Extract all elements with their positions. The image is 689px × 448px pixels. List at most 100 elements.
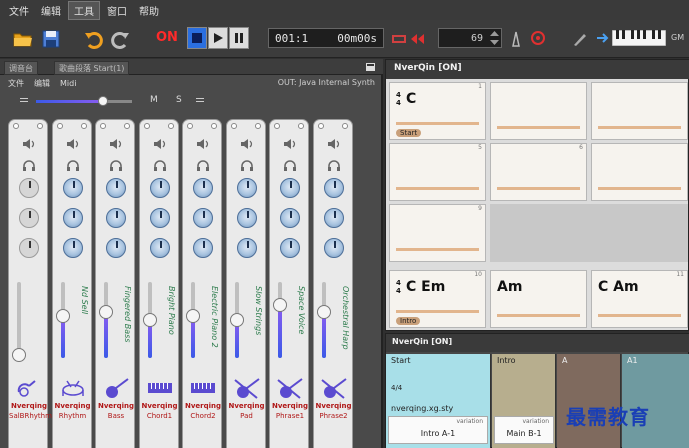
- rewind-marker-icon[interactable]: [410, 32, 426, 46]
- harp-icon[interactable]: [320, 378, 348, 400]
- channel-led[interactable]: [56, 123, 63, 129]
- solo-headphones-icon[interactable]: [22, 160, 36, 172]
- chorus-knob[interactable]: [149, 238, 170, 258]
- chorus-knob[interactable]: [236, 238, 257, 258]
- redo-icon[interactable]: [110, 28, 132, 50]
- channel-led[interactable]: [230, 123, 237, 129]
- chord-cell[interactable]: [591, 143, 688, 201]
- master-volume-thumb[interactable]: [98, 96, 108, 106]
- solo-headphones-icon[interactable]: [109, 160, 123, 172]
- menu-file[interactable]: 文件: [4, 2, 34, 19]
- tab-song-section[interactable]: 歌曲段落 Start(1): [54, 61, 130, 75]
- tempo-spinner-icon[interactable]: [488, 29, 501, 47]
- reverb-knob[interactable]: [149, 208, 170, 228]
- solo-headphones-icon[interactable]: [153, 160, 167, 172]
- channel-led[interactable]: [80, 123, 87, 129]
- channel-led[interactable]: [37, 123, 43, 129]
- electric-piano-icon[interactable]: [189, 378, 217, 400]
- chord-cell[interactable]: 5: [389, 143, 486, 201]
- chorus-knob[interactable]: [280, 238, 300, 258]
- chord-cell[interactable]: 10 4 4 C Em Intro: [389, 270, 486, 328]
- solo-headphones-icon[interactable]: [283, 160, 297, 172]
- master-volume-track[interactable]: [36, 96, 132, 106]
- chord-cell[interactable]: [591, 82, 688, 140]
- reverb-knob[interactable]: [236, 208, 257, 228]
- mute-speaker-icon[interactable]: [153, 138, 167, 150]
- volume-fader[interactable]: [142, 282, 157, 358]
- solo-all-button[interactable]: S: [176, 95, 182, 105]
- channel-led[interactable]: [254, 123, 261, 129]
- mute-speaker-icon[interactable]: [240, 138, 254, 150]
- reverb-knob[interactable]: [106, 208, 126, 228]
- chord-cell[interactable]: 1 4 4 C Start: [389, 82, 486, 140]
- play-button[interactable]: [208, 27, 228, 49]
- variation-box[interactable]: variation Main B-1: [494, 416, 554, 444]
- chord-cell[interactable]: 9: [389, 204, 486, 262]
- reverb-knob[interactable]: [62, 208, 83, 228]
- channel-led[interactable]: [124, 123, 130, 129]
- midi-on-toggle[interactable]: ON: [156, 30, 178, 45]
- channel-led[interactable]: [13, 123, 19, 129]
- pencil-icon[interactable]: [572, 31, 588, 47]
- pan-knob[interactable]: [149, 178, 170, 198]
- chorus-knob[interactable]: [106, 238, 126, 258]
- stop-button[interactable]: [187, 27, 207, 49]
- solo-headphones-icon[interactable]: [66, 160, 80, 172]
- reverb-knob[interactable]: [19, 208, 39, 228]
- drum-kit-icon[interactable]: [59, 378, 87, 400]
- channel-led[interactable]: [100, 123, 106, 129]
- menu-help[interactable]: 帮助: [134, 2, 164, 19]
- solo-headphones-icon[interactable]: [327, 160, 341, 172]
- list-icon[interactable]: [20, 97, 28, 105]
- chorus-knob[interactable]: [62, 238, 83, 258]
- panel-menu-icon[interactable]: [366, 63, 375, 71]
- mixer-menu-edit[interactable]: 编辑: [34, 78, 50, 89]
- volume-fader[interactable]: [55, 282, 70, 358]
- bass-guitar-icon[interactable]: [102, 378, 130, 400]
- channel-led[interactable]: [274, 123, 280, 129]
- record-icon[interactable]: [530, 30, 546, 46]
- guitar-icon[interactable]: [15, 378, 43, 400]
- mute-speaker-icon[interactable]: [22, 138, 36, 150]
- keyboard-icon[interactable]: [612, 30, 666, 46]
- pan-knob[interactable]: [323, 178, 344, 198]
- section-marker[interactable]: Start: [396, 129, 422, 137]
- channel-led[interactable]: [341, 123, 348, 129]
- chorus-knob[interactable]: [19, 238, 39, 258]
- chord-cell[interactable]: 6: [490, 143, 587, 201]
- volume-fader[interactable]: [273, 282, 287, 358]
- chord-cell[interactable]: Am: [490, 270, 587, 328]
- pan-knob[interactable]: [280, 178, 300, 198]
- piano-icon[interactable]: [146, 378, 174, 400]
- open-folder-icon[interactable]: [12, 28, 34, 50]
- save-icon[interactable]: [40, 28, 62, 50]
- mute-all-button[interactable]: M: [150, 95, 158, 105]
- solo-headphones-icon[interactable]: [196, 160, 210, 172]
- pause-button[interactable]: [229, 27, 249, 49]
- strings-icon[interactable]: [233, 378, 261, 400]
- channel-led[interactable]: [211, 123, 217, 129]
- channel-led[interactable]: [317, 123, 324, 129]
- channel-led[interactable]: [167, 123, 174, 129]
- chord-cell[interactable]: 11 C Am: [591, 270, 688, 328]
- mute-speaker-icon[interactable]: [196, 138, 210, 150]
- pan-knob[interactable]: [62, 178, 83, 198]
- volume-fader[interactable]: [99, 282, 113, 358]
- volume-fader[interactable]: [229, 282, 244, 358]
- menu-tools[interactable]: 工具: [68, 0, 100, 20]
- channel-led[interactable]: [187, 123, 193, 129]
- mute-speaker-icon[interactable]: [109, 138, 123, 150]
- pan-knob[interactable]: [106, 178, 126, 198]
- menu-edit[interactable]: 编辑: [36, 2, 66, 19]
- section-start[interactable]: Start 4/4 nverqing.xg.sty variation Intr…: [386, 354, 491, 448]
- mute-speaker-icon[interactable]: [327, 138, 341, 150]
- chorus-knob[interactable]: [323, 238, 344, 258]
- pan-knob[interactable]: [193, 178, 213, 198]
- section-marker[interactable]: Intro: [396, 317, 421, 325]
- tab-mixer[interactable]: 调音台: [4, 61, 38, 75]
- pan-knob[interactable]: [19, 178, 39, 198]
- reverb-knob[interactable]: [193, 208, 213, 228]
- channel-led[interactable]: [143, 123, 150, 129]
- solo-headphones-icon[interactable]: [240, 160, 254, 172]
- list-icon[interactable]: [196, 97, 204, 105]
